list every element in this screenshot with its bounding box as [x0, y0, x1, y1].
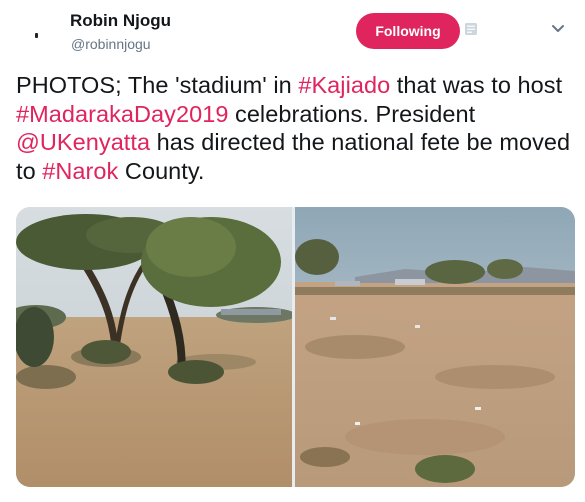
tweet-text-segment: celebrations. President — [228, 100, 476, 127]
media-grid — [16, 207, 575, 487]
hashtag-kajiado[interactable]: #Kajiado — [298, 72, 390, 98]
tweet-text: PHOTOS; The 'stadium' in #Kajiado that w… — [16, 71, 576, 185]
following-button[interactable]: Following — [356, 13, 460, 49]
chevron-down-icon[interactable] — [551, 24, 565, 34]
hashtag-madarakaday2019[interactable]: #MadarakaDay2019 — [16, 101, 228, 127]
tweet-card: Robin Njogu @robinnjogu Following PHOTOS… — [0, 0, 585, 502]
user-name[interactable]: Robin Njogu — [70, 11, 171, 31]
photo-left[interactable] — [16, 207, 292, 487]
tweet-text-segment: PHOTOS; The 'stadium' in — [16, 72, 299, 98]
photo-right[interactable] — [295, 207, 575, 487]
tweet-text-segment: County. — [118, 157, 205, 184]
avatar-icon — [35, 33, 38, 38]
block-icon[interactable] — [464, 22, 478, 36]
hashtag-narok[interactable]: #Narok — [42, 158, 118, 184]
avatar[interactable] — [16, 14, 56, 54]
tweet-text-segment: that was to host — [390, 72, 563, 98]
mention-ukenyatta[interactable]: @UKenyatta — [16, 129, 150, 155]
user-handle[interactable]: @robinnjogu — [71, 36, 151, 52]
